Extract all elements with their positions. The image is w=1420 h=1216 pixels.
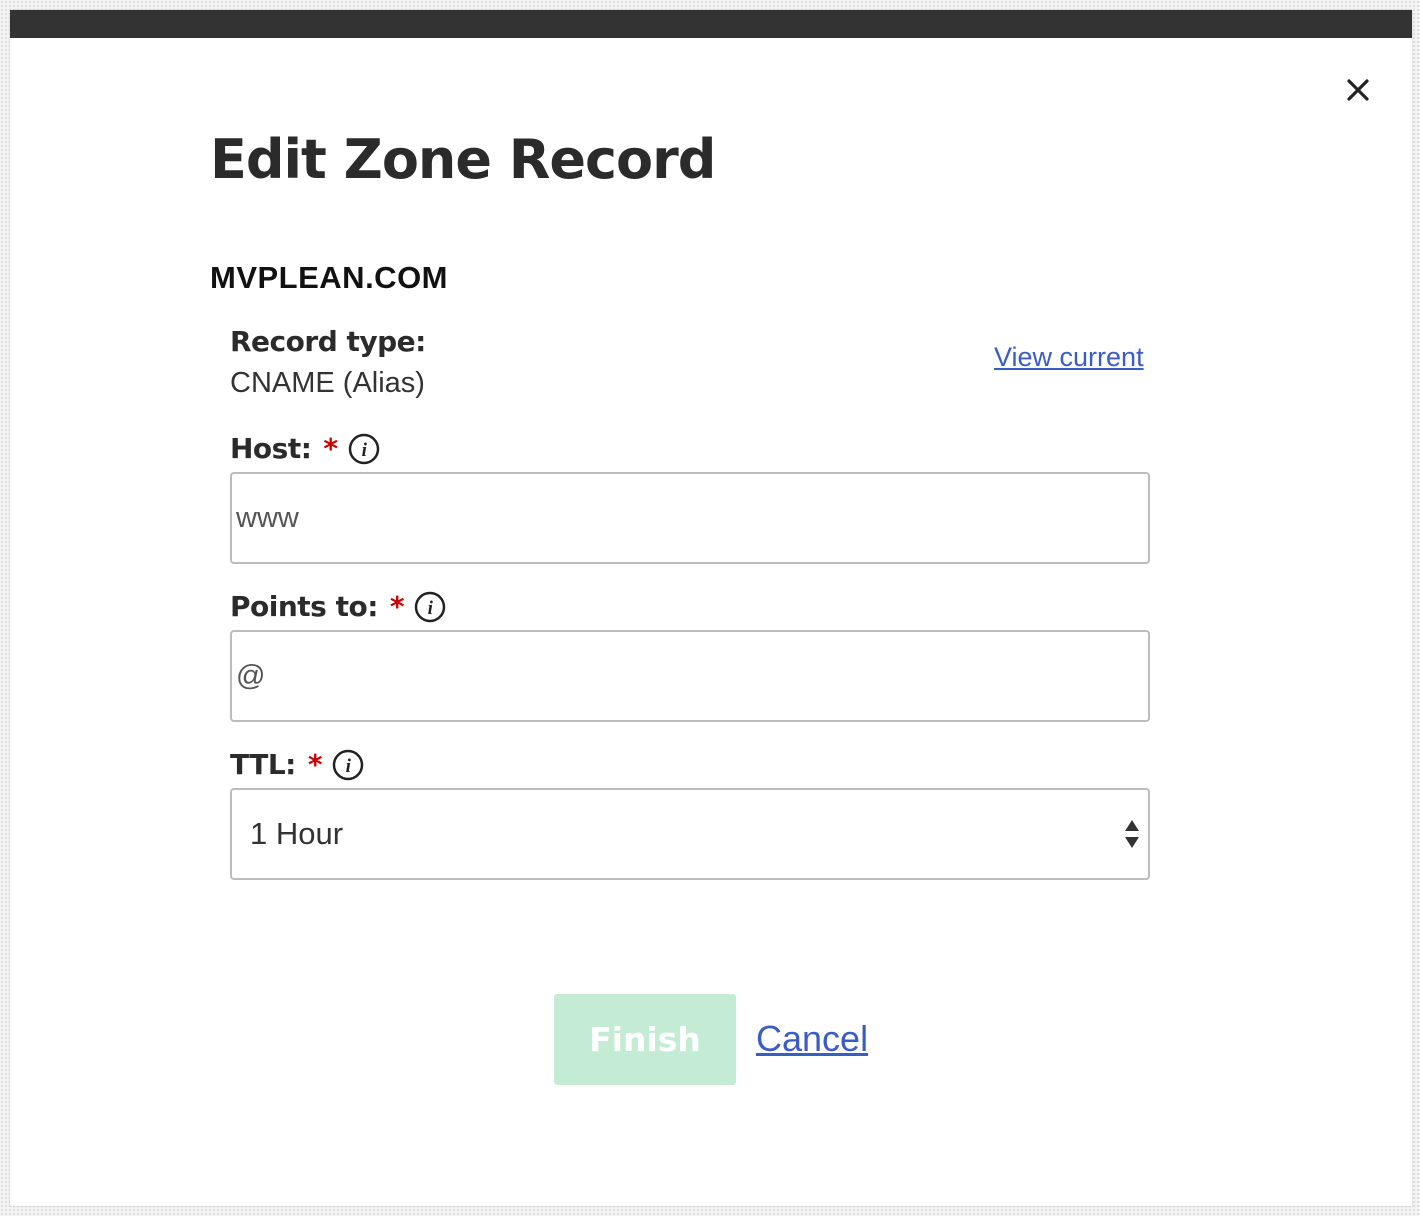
ttl-selected-value: 1 Hour bbox=[250, 816, 344, 851]
close-button[interactable] bbox=[1344, 76, 1372, 104]
finish-button[interactable]: Finish bbox=[554, 994, 736, 1085]
record-type-label: Record type: bbox=[230, 324, 426, 359]
cancel-link[interactable]: Cancel bbox=[756, 1018, 868, 1060]
svg-text:i: i bbox=[428, 598, 434, 619]
host-field[interactable] bbox=[230, 472, 1150, 564]
edit-zone-record-dialog: Edit Zone Record MVPLEAN.COM Record type… bbox=[10, 10, 1412, 1206]
required-marker: * bbox=[389, 590, 405, 623]
ttl-label: TTL: * i bbox=[230, 747, 364, 782]
record-type-label-text: Record type: bbox=[230, 325, 426, 358]
close-icon bbox=[1347, 79, 1369, 101]
record-type-value: CNAME (Alias) bbox=[230, 367, 425, 399]
host-input[interactable] bbox=[236, 474, 1116, 562]
select-arrows-icon bbox=[1125, 820, 1139, 848]
domain-name: MVPLEAN.COM bbox=[210, 260, 448, 295]
points-to-field[interactable] bbox=[230, 630, 1150, 722]
dialog-top-bar bbox=[10, 10, 1412, 38]
required-marker: * bbox=[307, 748, 323, 781]
points-to-label-text: Points to: bbox=[230, 590, 378, 623]
host-label: Host: * i bbox=[230, 431, 380, 466]
info-icon[interactable]: i bbox=[348, 433, 380, 465]
info-icon[interactable]: i bbox=[414, 591, 446, 623]
view-current-link[interactable]: View current bbox=[994, 340, 1144, 374]
required-marker: * bbox=[323, 432, 338, 465]
points-to-label: Points to: * i bbox=[230, 589, 446, 624]
points-to-input[interactable] bbox=[236, 632, 1116, 720]
info-icon[interactable]: i bbox=[332, 749, 364, 781]
ttl-select[interactable]: 1 Hour bbox=[230, 788, 1150, 880]
ttl-label-text: TTL: bbox=[230, 748, 296, 781]
dialog-title: Edit Zone Record bbox=[210, 128, 716, 191]
svg-text:i: i bbox=[346, 756, 352, 777]
host-label-text: Host: bbox=[230, 432, 312, 465]
svg-text:i: i bbox=[361, 440, 367, 461]
